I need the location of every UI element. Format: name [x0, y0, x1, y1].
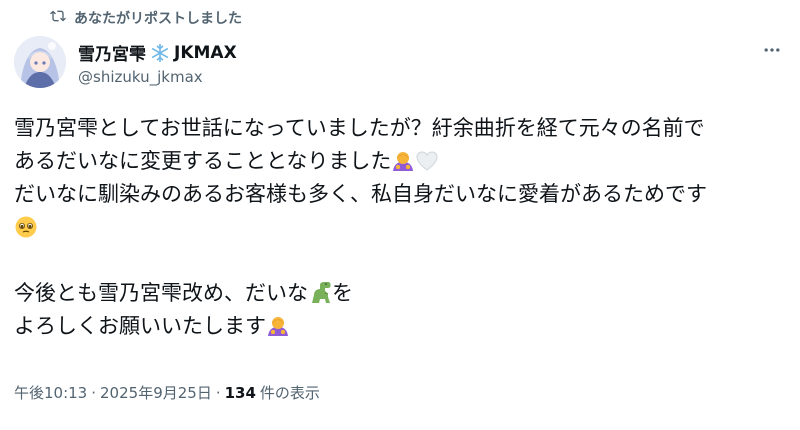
person-bowing-emoji — [391, 149, 415, 173]
name-suffix: JKMAX — [174, 42, 237, 63]
repost-label: あなたがリポストしました — [74, 11, 242, 27]
repost-icon — [50, 8, 66, 28]
avatar[interactable] — [14, 36, 66, 88]
tweet-line: 今後とも雪乃宮雫改め、だいな を — [14, 277, 790, 310]
pleading-face-emoji — [14, 215, 38, 239]
tweet-date[interactable]: 2025年9月25日 — [100, 382, 212, 403]
author-handle[interactable]: @shizuku_jkmax — [78, 68, 203, 86]
white-heart-emoji — [415, 149, 439, 173]
tweet-line: あるだいなに変更することとなりました — [14, 145, 790, 178]
person-bowing-emoji — [266, 314, 290, 338]
more-options-button[interactable] — [760, 40, 784, 64]
tweet-line: よろしくお願いいたします — [14, 310, 790, 343]
views-count[interactable]: 134 — [225, 384, 256, 402]
tweet-line-text: よろしくお願いいたします — [14, 314, 266, 338]
meta-separator: · — [215, 383, 221, 402]
views-label: 件の表示 — [259, 384, 320, 402]
more-options-icon — [762, 40, 782, 64]
meta-separator: · — [91, 383, 97, 402]
tweet-time[interactable]: 午後10:13 — [14, 382, 87, 403]
tweet-line-text: あるだいなに変更することとなりました — [14, 149, 392, 173]
author-name[interactable]: 雪乃宮雫 JKMAX — [78, 40, 237, 66]
t-rex-emoji — [308, 281, 332, 305]
tweet-line-text: だいなに馴染みのあるお客様も多く、私自身だいなに愛着があるためです — [14, 182, 707, 206]
tweet-line-text: 今後とも雪乃宮雫改め、だいな — [14, 281, 308, 305]
tweet-line — [14, 211, 790, 244]
tweet-line: だいなに馴染みのあるお客様も多く、私自身だいなに愛着があるためです — [14, 178, 790, 211]
tweet-line-text: 雪乃宮雫としてお世話になっていましたが？紆余曲折を経て元々の名前で — [14, 116, 705, 140]
repost-indicator[interactable]: あなたがリポストしました — [50, 8, 242, 28]
snowflake-icon — [150, 43, 170, 63]
tweet-meta: 午後10:13 · 2025年9月25日 · 134 件の表示 — [14, 382, 320, 403]
tweet-text: 雪乃宮雫としてお世話になっていましたが？紆余曲折を経て元々の名前で あるだいなに… — [14, 112, 790, 343]
tweet-line-text: を — [332, 281, 353, 305]
tweet-line: 雪乃宮雫としてお世話になっていましたが？紆余曲折を経て元々の名前で — [14, 112, 790, 145]
display-name: 雪乃宮雫 — [78, 45, 146, 65]
